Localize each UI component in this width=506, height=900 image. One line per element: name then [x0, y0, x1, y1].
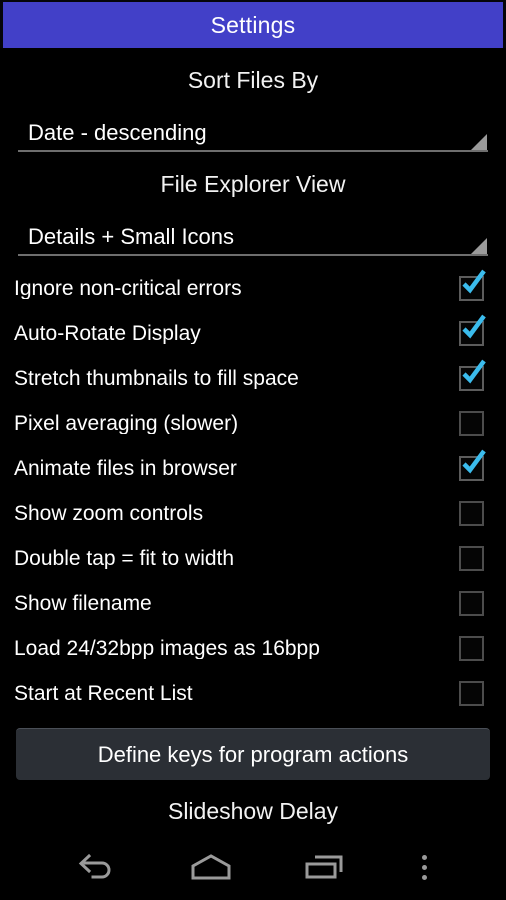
define-keys-button-wrap: Define keys for program actions: [0, 728, 506, 780]
overflow-menu-icon: [421, 854, 427, 880]
spinner-underline: [18, 150, 488, 152]
recents-icon: [303, 852, 347, 882]
back-icon: [76, 852, 118, 882]
settings-screen: Settings Sort Files By Date - descending…: [0, 0, 506, 900]
checkbox-unchecked[interactable]: [459, 411, 484, 436]
checkbox-checked[interactable]: [459, 314, 486, 346]
option-row[interactable]: Double tap = fit to width: [0, 536, 506, 581]
dropdown-triangle-icon: [471, 238, 487, 254]
android-navigation-bar: [0, 834, 506, 900]
file-explorer-view-label: File Explorer View: [160, 171, 346, 197]
option-label: Animate files in browser: [14, 458, 237, 479]
spinner-underline: [18, 254, 488, 256]
option-label: Load 24/32bpp images as 16bpp: [14, 638, 320, 659]
dropdown-triangle-icon: [471, 134, 487, 150]
checkmark-icon: [462, 359, 486, 384]
checkbox-unchecked[interactable]: [459, 501, 484, 526]
checkmark-icon: [462, 449, 486, 474]
option-label: Double tap = fit to width: [14, 548, 235, 569]
option-row[interactable]: Start at Recent List: [0, 671, 506, 716]
option-row[interactable]: Show filename: [0, 581, 506, 626]
sort-files-by-label: Sort Files By: [187, 67, 319, 93]
back-button[interactable]: [65, 843, 129, 891]
option-row[interactable]: Load 24/32bpp images as 16bpp: [0, 626, 506, 671]
sort-files-by-spinner[interactable]: Date - descending: [18, 110, 488, 152]
title-bar: Settings: [0, 0, 506, 48]
checkbox-unchecked[interactable]: [459, 546, 484, 571]
checkbox-checked[interactable]: [459, 269, 486, 301]
option-label: Start at Recent List: [14, 683, 193, 704]
option-row[interactable]: Show zoom controls: [0, 491, 506, 536]
option-row[interactable]: Animate files in browser: [0, 446, 506, 491]
file-explorer-view-spinner[interactable]: Details + Small Icons: [18, 214, 488, 256]
overflow-menu-button[interactable]: [407, 843, 441, 891]
option-label: Auto-Rotate Display: [14, 323, 201, 344]
option-label: Pixel averaging (slower): [14, 413, 239, 434]
option-row[interactable]: Auto-Rotate Display: [0, 311, 506, 356]
checkbox-checked[interactable]: [459, 449, 486, 481]
options-list: Ignore non-critical errors Auto-Rotate Di…: [0, 266, 506, 716]
settings-content: Sort Files By Date - descending File Exp…: [0, 48, 506, 834]
define-keys-button[interactable]: Define keys for program actions: [16, 728, 490, 780]
recents-button[interactable]: [293, 843, 357, 891]
sort-files-by-value: Date - descending: [28, 120, 207, 145]
checkbox-unchecked[interactable]: [459, 681, 484, 706]
option-row[interactable]: Stretch thumbnails to fill space: [0, 356, 506, 401]
option-label: Show filename: [14, 593, 152, 614]
file-explorer-view-value: Details + Small Icons: [28, 224, 235, 249]
option-label: Ignore non-critical errors: [14, 278, 242, 299]
checkbox-checked[interactable]: [459, 359, 486, 391]
home-icon: [189, 852, 233, 882]
option-row[interactable]: Pixel averaging (slower): [0, 401, 506, 446]
checkmark-icon: [462, 314, 486, 339]
slideshow-delay-label: Slideshow Delay: [167, 798, 339, 824]
checkbox-unchecked[interactable]: [459, 636, 484, 661]
checkbox-unchecked[interactable]: [459, 591, 484, 616]
option-row[interactable]: Ignore non-critical errors: [0, 266, 506, 311]
checkmark-icon: [462, 269, 486, 294]
option-label: Show zoom controls: [14, 503, 204, 524]
home-button[interactable]: [179, 843, 243, 891]
option-label: Stretch thumbnails to fill space: [14, 368, 299, 389]
page-title: Settings: [210, 11, 296, 38]
